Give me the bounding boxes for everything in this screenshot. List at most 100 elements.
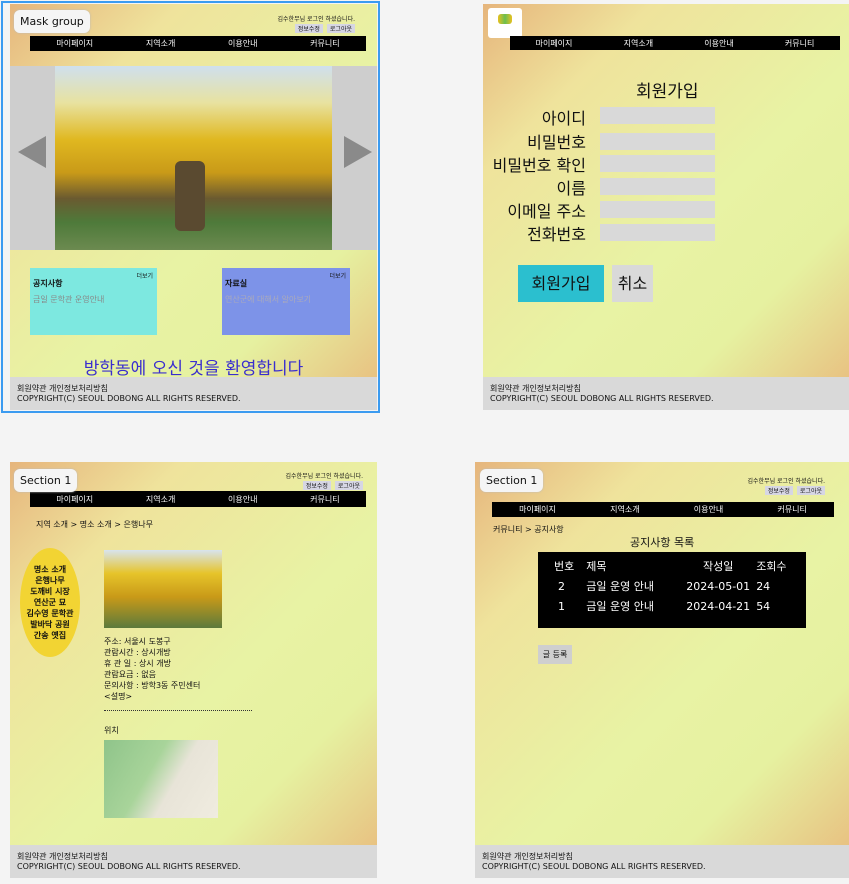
label-password: 비밀번호 <box>527 133 586 152</box>
footer: 회원약관 개인정보처리방침 COPYRIGHT(C) SEOUL DOBONG A… <box>10 845 377 878</box>
nav-mypage[interactable]: 마이페이지 <box>536 38 573 49</box>
nav-community[interactable]: 커뮤니티 <box>777 504 806 515</box>
cancel-button[interactable]: 취소 <box>612 265 653 302</box>
info-fee: 관람요금 : 없음 <box>104 670 156 679</box>
footer-links[interactable]: 회원약관 개인정보처리방침 <box>17 852 377 862</box>
archive-item[interactable]: 연산군에 대해서 알아보기 <box>225 294 347 305</box>
name-input[interactable] <box>600 178 715 195</box>
slide-image <box>55 66 332 250</box>
menu-house[interactable]: 간송 옛집 <box>34 630 66 641</box>
frame-label-detail[interactable]: Section 1 <box>14 469 78 492</box>
menu-tomb[interactable]: 연산군 묘 <box>34 597 66 608</box>
menu-title[interactable]: 명소 소개 <box>34 564 66 575</box>
nav-mypage[interactable]: 마이페이지 <box>56 38 93 49</box>
divider <box>104 710 252 711</box>
login-message: 김수한무님 로그인 하셨습니다. <box>277 16 355 23</box>
main-nav: 마이페이지 지역소개 이용안내 커뮤니티 <box>492 502 834 517</box>
edit-info-button[interactable]: 정보수정 <box>294 24 323 33</box>
notice-item[interactable]: 금일 문학관 운영안내 <box>33 294 154 305</box>
notice-title: 공지사항 <box>33 279 63 288</box>
detail-frame[interactable]: 김수한무님 로그인 하셨습니다. 정보수정 로그아웃 마이페이지 지역소개 이용안… <box>10 462 377 878</box>
copyright: COPYRIGHT(C) SEOUL DOBONG ALL RIGHTS RES… <box>482 862 706 871</box>
col-number: 번호 <box>554 560 575 573</box>
nav-mypage[interactable]: 마이페이지 <box>56 494 93 505</box>
row-date: 2024-04-21 <box>686 599 751 613</box>
phone-input[interactable] <box>600 224 715 241</box>
info-description: <설명> <box>104 692 133 701</box>
edit-info-button[interactable]: 정보수정 <box>764 486 793 495</box>
table-row[interactable]: 1 금일 운영 안내 2024-04-21 54 <box>538 596 787 616</box>
footer-links[interactable]: 회원약관 개인정보처리방침 <box>490 384 849 394</box>
board-frame[interactable]: 김수한무님 로그인 하셨습니다. 정보수정 로그아웃 마이페이지 지역소개 이용안… <box>475 462 849 878</box>
nav-community[interactable]: 커뮤니티 <box>310 38 339 49</box>
row-views: 54 <box>756 599 771 613</box>
logout-button[interactable]: 로그아웃 <box>326 24 355 33</box>
table-row[interactable]: 2 금일 운영 안내 2024-05-01 24 <box>538 576 787 596</box>
footer-links[interactable]: 회원약관 개인정보처리방침 <box>17 384 377 394</box>
logout-button[interactable]: 로그아웃 <box>796 486 825 495</box>
frame-label-home[interactable]: Mask group <box>14 10 90 33</box>
nav-region[interactable]: 지역소개 <box>610 504 639 515</box>
notice-more-link[interactable]: 더보기 <box>136 271 153 280</box>
board-title: 공지사항 목록 <box>630 536 695 549</box>
arrow-left-icon[interactable] <box>18 136 46 168</box>
copyright: COPYRIGHT(C) SEOUL DOBONG ALL RIGHTS RES… <box>17 394 241 403</box>
home-frame[interactable]: 김수한무님 로그인 하셨습니다. 정보수정 로그아웃 마이페이지 지역소개 이용안… <box>10 4 377 410</box>
login-status: 김수한무님 로그인 하셨습니다. 정보수정 로그아웃 <box>278 14 355 33</box>
id-input[interactable] <box>600 107 715 124</box>
row-date: 2024-05-01 <box>686 579 751 593</box>
nav-community[interactable]: 커뮤니티 <box>785 38 814 49</box>
archive-more-link[interactable]: 더보기 <box>329 271 346 280</box>
main-nav: 마이페이지 지역소개 이용안내 커뮤니티 <box>510 36 840 50</box>
menu-park[interactable]: 발바닥 공원 <box>30 619 70 630</box>
nav-guide[interactable]: 이용안내 <box>228 38 257 49</box>
nav-region[interactable]: 지역소개 <box>624 38 653 49</box>
row-title[interactable]: 금일 운영 안내 <box>580 596 680 616</box>
logout-button[interactable]: 로그아웃 <box>334 481 363 490</box>
nav-mypage[interactable]: 마이페이지 <box>519 504 556 515</box>
row-title[interactable]: 금일 운영 안내 <box>580 576 680 596</box>
breadcrumb: 지역 소개 > 명소 소개 > 은행나무 <box>36 520 153 529</box>
login-message: 김수한무님 로그인 하셨습니다. <box>747 478 825 485</box>
info-contact: 문의사항 : 방학3동 주민센터 <box>104 681 201 690</box>
signup-submit-button[interactable]: 회원가입 <box>518 265 604 302</box>
menu-ginkgo[interactable]: 은행나무 <box>35 575 64 586</box>
signup-frame[interactable]: 마이페이지 지역소개 이용안내 커뮤니티 회원가입 아이디 비밀번호 비밀번호 … <box>483 4 849 410</box>
password-confirm-input[interactable] <box>600 155 715 172</box>
row-number: 1 <box>558 599 565 613</box>
frame-label-board[interactable]: Section 1 <box>480 469 544 492</box>
footer-links[interactable]: 회원약관 개인정보처리방침 <box>482 852 849 862</box>
signup-title: 회원가입 <box>636 82 699 102</box>
edit-info-button[interactable]: 정보수정 <box>302 481 331 490</box>
password-input[interactable] <box>600 133 715 150</box>
write-post-button[interactable]: 글 등록 <box>538 645 572 664</box>
main-nav: 마이페이지 지역소개 이용안내 커뮤니티 <box>30 491 366 507</box>
label-email: 이메일 주소 <box>507 202 586 221</box>
prev-panel[interactable] <box>10 66 55 250</box>
menu-literature[interactable]: 김수영 문학관 <box>27 608 74 619</box>
arrow-right-icon[interactable] <box>344 136 372 168</box>
menu-market[interactable]: 도깨비 시장 <box>30 586 70 597</box>
image-slider <box>10 66 377 250</box>
footer: 회원약관 개인정보처리방침 COPYRIGHT(C) SEOUL DOBONG A… <box>10 377 377 410</box>
place-menu: 명소 소개 은행나무 도깨비 시장 연산군 묘 김수영 문학관 발바닥 공원 간… <box>20 548 80 657</box>
location-map[interactable] <box>104 740 218 818</box>
label-id: 아이디 <box>541 109 586 128</box>
info-closed: 휴 관 일 : 상시 개방 <box>104 659 171 668</box>
nav-guide[interactable]: 이용안내 <box>228 494 257 505</box>
archive-title: 자료실 <box>225 279 248 288</box>
nav-guide[interactable]: 이용안내 <box>694 504 723 515</box>
archive-box: 자료실 더보기 연산군에 대해서 알아보기 <box>222 268 350 335</box>
footer: 회원약관 개인정보처리방침 COPYRIGHT(C) SEOUL DOBONG A… <box>475 845 849 878</box>
nav-region[interactable]: 지역소개 <box>146 38 175 49</box>
nav-community[interactable]: 커뮤니티 <box>310 494 339 505</box>
nav-guide[interactable]: 이용안내 <box>704 38 733 49</box>
logo <box>488 8 522 38</box>
login-status: 김수한무님 로그인 하셨습니다. 정보수정 로그아웃 <box>286 471 363 490</box>
info-hours: 관람시간 : 상시개방 <box>104 648 171 657</box>
next-panel[interactable] <box>332 66 377 250</box>
main-nav: 마이페이지 지역소개 이용안내 커뮤니티 <box>30 36 366 51</box>
col-date: 작성일 <box>703 560 734 573</box>
email-input[interactable] <box>600 201 715 218</box>
nav-region[interactable]: 지역소개 <box>146 494 175 505</box>
